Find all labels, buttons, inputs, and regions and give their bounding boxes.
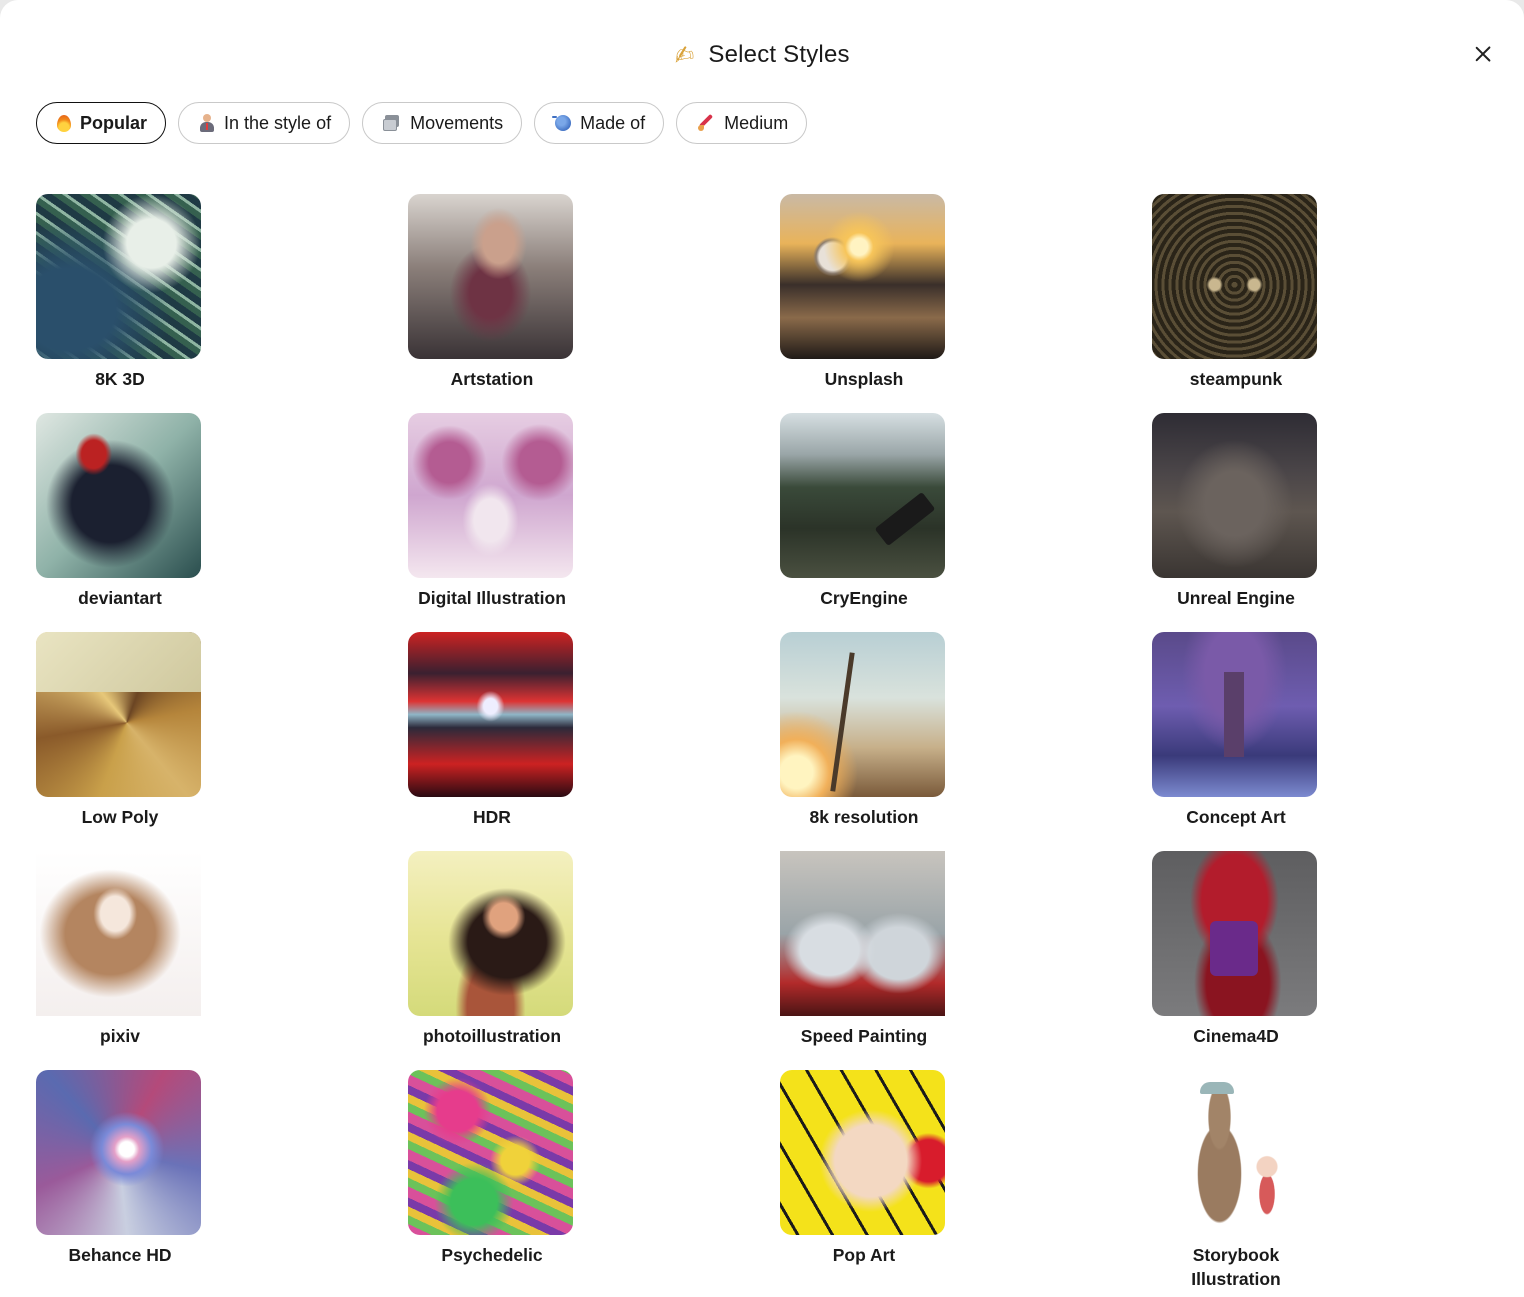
tab-made-of[interactable]: Made of — [534, 102, 665, 144]
style-card-behance-hd[interactable]: Behance HD — [36, 1070, 204, 1267]
tab-movements[interactable]: Movements — [362, 102, 523, 144]
style-card-low-poly[interactable]: Low Poly — [36, 632, 204, 829]
style-category-tabs: Popular In the style of Movements Made o… — [36, 102, 808, 144]
style-label: Storybook Illustration — [1191, 1245, 1281, 1289]
girl-figure — [1252, 1155, 1282, 1220]
style-label: Artstation — [450, 369, 534, 389]
style-label: Behance HD — [68, 1245, 172, 1265]
tab-label: Popular — [80, 112, 148, 133]
style-thumbnail — [408, 632, 573, 797]
style-label: deviantart — [78, 588, 162, 608]
style-thumbnail — [1152, 851, 1317, 1016]
style-label: Cinema4D — [1193, 1026, 1279, 1046]
style-thumbnail — [780, 851, 945, 1016]
style-thumbnail — [408, 1070, 573, 1235]
paintbrush-icon — [697, 113, 715, 132]
style-thumbnail — [780, 194, 945, 359]
style-label: Speed Painting — [800, 1026, 928, 1046]
style-label: HDR — [473, 807, 511, 827]
style-card-hdr[interactable]: HDR — [408, 632, 576, 829]
style-card-artstation[interactable]: Artstation — [408, 194, 576, 391]
tab-popular[interactable]: Popular — [36, 102, 167, 144]
style-thumbnail — [780, 1070, 945, 1235]
style-card-cinema4d[interactable]: Cinema4D — [1152, 851, 1320, 1048]
bear-hat — [1200, 1082, 1234, 1094]
style-thumbnail — [408, 413, 573, 578]
style-card-storybook-illustration[interactable]: Storybook Illustration — [1152, 1070, 1320, 1291]
style-thumbnail — [1152, 194, 1317, 359]
style-label: 8K 3D — [95, 369, 145, 389]
style-label: photoillustration — [422, 1026, 562, 1046]
tab-label: Made of — [580, 112, 646, 133]
flame-icon — [57, 114, 71, 132]
style-thumbnail — [36, 1070, 201, 1235]
style-thumbnail — [408, 194, 573, 359]
style-thumbnail — [1152, 413, 1317, 578]
style-label: Digital Illustration — [418, 588, 566, 608]
style-card-digital-illustration[interactable]: Digital Illustration — [408, 413, 576, 610]
style-label: CryEngine — [820, 588, 908, 608]
style-thumbnail — [1152, 1070, 1317, 1235]
style-label: Unsplash — [824, 369, 904, 389]
style-label: pixiv — [100, 1026, 140, 1046]
style-label: Psychedelic — [441, 1245, 543, 1265]
style-label: Low Poly — [81, 807, 159, 827]
artist-icon — [199, 114, 215, 132]
style-card-pop-art[interactable]: Pop Art — [780, 1070, 948, 1267]
style-label: 8k resolution — [809, 807, 919, 827]
style-thumbnail — [36, 632, 201, 797]
bear-figure — [1182, 1090, 1257, 1225]
style-thumbnail — [780, 632, 945, 797]
style-card-8k-3d[interactable]: 8K 3D — [36, 194, 204, 391]
style-card-unreal-engine[interactable]: Unreal Engine — [1152, 413, 1320, 610]
style-card-pixiv[interactable]: pixiv — [36, 851, 204, 1048]
style-thumbnail — [780, 413, 945, 578]
card-stack-icon — [383, 115, 401, 131]
style-card-steampunk[interactable]: steampunk — [1152, 194, 1320, 391]
dialog-title: Select Styles — [708, 41, 850, 68]
tab-label: Movements — [410, 112, 504, 133]
style-thumbnail — [36, 194, 201, 359]
style-label: Pop Art — [832, 1245, 896, 1265]
style-card-psychedelic[interactable]: Psychedelic — [408, 1070, 576, 1267]
style-thumbnail — [36, 851, 201, 1016]
close-button[interactable] — [1470, 41, 1496, 67]
style-card-concept-art[interactable]: Concept Art — [1152, 632, 1320, 829]
tab-medium[interactable]: Medium — [676, 102, 808, 144]
style-card-photoillustration[interactable]: photoillustration — [408, 851, 576, 1048]
dialog-header: ✍ Select Styles — [0, 30, 1524, 80]
style-label: steampunk — [1189, 369, 1283, 389]
style-thumbnail — [36, 413, 201, 578]
style-label: Concept Art — [1186, 807, 1286, 827]
tab-label: In the style of — [224, 112, 332, 133]
yarn-icon — [552, 115, 572, 131]
tab-label: Medium — [724, 112, 789, 133]
style-card-cryengine[interactable]: CryEngine — [780, 413, 948, 610]
writing-hand-icon: ✍ — [672, 39, 697, 71]
style-card-deviantart[interactable]: deviantart — [36, 413, 204, 610]
style-label: Unreal Engine — [1177, 588, 1295, 608]
style-thumbnail — [408, 851, 573, 1016]
tab-in-the-style-of[interactable]: In the style of — [178, 102, 351, 144]
style-card-unsplash[interactable]: Unsplash — [780, 194, 948, 391]
style-thumbnail — [1152, 632, 1317, 797]
select-styles-dialog: ✍ Select Styles Popular In the style of … — [0, 0, 1524, 1297]
style-card-8k-resolution[interactable]: 8k resolution — [780, 632, 948, 829]
style-card-speed-painting[interactable]: Speed Painting — [780, 851, 948, 1048]
